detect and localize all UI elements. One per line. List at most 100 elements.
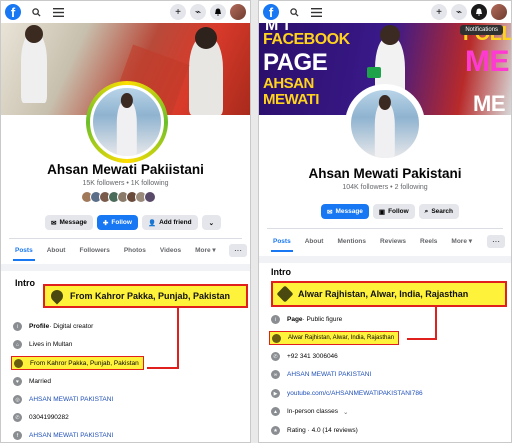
top-nav-bar: f + ⌁ [259, 1, 511, 23]
tab-about[interactable]: About [305, 230, 324, 252]
tab-more[interactable]: More ▾ [451, 230, 472, 252]
facebook-link[interactable]: AHSAN MEWATI PAKISTANI [29, 432, 113, 439]
intro-row-youtube[interactable]: ▶ youtube.com/c/AHSANMEWATIPAKISTANI786 [271, 389, 423, 398]
callout-connector [435, 307, 437, 340]
intro-row-name-link[interactable]: ∞ AHSAN MEWATI PAKISTANI [271, 370, 371, 379]
plus-icon[interactable]: + [170, 4, 186, 20]
follower-stats[interactable]: 104K followers • 2 following [259, 184, 511, 191]
search-icon[interactable] [29, 5, 43, 19]
bell-icon[interactable] [210, 4, 226, 20]
messenger-icon: ✉ [51, 219, 57, 227]
inperson-text: In-person classes [287, 408, 338, 415]
tab-mentions[interactable]: Mentions [337, 230, 366, 252]
facebook-logo-icon[interactable]: f [263, 4, 279, 20]
youtube-link[interactable]: youtube.com/c/AHSANMEWATIPAKISTANI786 [287, 390, 423, 397]
tab-followers[interactable]: Followers [79, 239, 109, 261]
chevron-down-icon[interactable]: ⌄ [343, 408, 348, 416]
tab-reels[interactable]: Reels [420, 230, 437, 252]
profile-picture[interactable] [90, 85, 164, 159]
intro-row-instagram[interactable]: ◎ AHSAN MEWATI PAKISTANI [13, 395, 113, 404]
callout-connector [177, 308, 179, 369]
search-icon[interactable] [287, 5, 301, 19]
left-profile-panel: f + ⌁ Ahsan Mewati Pakiistani 15K follow… [0, 0, 251, 443]
add-friend-button[interactable]: 👤 Add friend [141, 215, 198, 230]
callout-connector [147, 367, 179, 369]
intro-title: Intro [15, 278, 35, 288]
messenger-icon[interactable]: ⌁ [451, 4, 467, 20]
menu-icon[interactable] [51, 5, 65, 19]
follow-label: Follow [111, 219, 132, 226]
highlighted-address-callout: Alwar Rajhistan, Alwar, India, Rajasthan [271, 281, 507, 307]
account-avatar[interactable] [491, 4, 507, 20]
cover-text: PAGE [263, 49, 328, 76]
location-pin-icon [276, 285, 294, 303]
callout-connector [407, 338, 437, 340]
intro-row-lives: ⌂ Lives in Multan [13, 340, 72, 349]
whatsapp-icon: ✆ [13, 413, 22, 422]
menu-icon[interactable] [309, 5, 323, 19]
search-icon: ⌕ [424, 207, 429, 215]
profile-name: Ahsan Mewati Pakiistani [47, 162, 204, 177]
more-options-button[interactable]: ⌄ [201, 215, 222, 230]
play-icon [367, 67, 381, 78]
location-pin-icon [272, 333, 281, 343]
follower-stats[interactable]: 15K followers • 1K following [1, 180, 250, 187]
message-button[interactable]: ✉ Message [45, 215, 93, 230]
cover-text: AHSAN [263, 75, 314, 92]
callout-text: Alwar Rajhistan, Alwar, India, Rajasthan [298, 289, 469, 299]
intro-row-inperson: ▲ In-person classes ⌄ [271, 407, 348, 416]
phone-number: +92 341 3006046 [287, 353, 338, 360]
tab-posts[interactable]: Posts [13, 239, 35, 261]
section-gap [259, 256, 511, 263]
name-link[interactable]: AHSAN MEWATI PAKISTANI [287, 371, 371, 378]
tab-videos[interactable]: Videos [160, 239, 181, 261]
home-icon: ⌂ [13, 340, 22, 349]
notifications-tooltip: Notifications [460, 25, 503, 35]
page-category: · Public figure [302, 316, 343, 323]
search-button[interactable]: ⌕ Search [418, 204, 459, 219]
facebook-logo-icon[interactable]: f [5, 4, 21, 20]
right-page-panel: f + ⌁ Notifications M T FACEBOOK PAGE AH… [258, 0, 512, 443]
account-avatar[interactable] [230, 4, 246, 20]
profile-picture[interactable] [348, 87, 422, 161]
intro-row-phone: ✆ +92 341 3006046 [271, 352, 338, 361]
heart-icon: ♥ [13, 377, 22, 386]
youtube-icon: ▶ [271, 389, 280, 398]
phone-icon: ✆ [271, 352, 280, 361]
add-friend-label: Add friend [159, 219, 192, 226]
instagram-icon: ◎ [13, 395, 22, 404]
instagram-link[interactable]: AHSAN MEWATI PAKISTANI [29, 396, 113, 403]
tab-photos[interactable]: Photos [124, 239, 146, 261]
whatsapp-number: 03041990282 [29, 414, 69, 421]
profile-category: · Digital creator [49, 323, 94, 330]
tab-more[interactable]: More ▾ [195, 239, 216, 261]
chevron-down-icon: ⌄ [208, 219, 215, 227]
rating-text[interactable]: Rating · 4.0 (14 reviews) [287, 427, 358, 434]
tab-about[interactable]: About [47, 239, 66, 261]
page-tabs: Posts About Mentions Reviews Reels More … [271, 230, 486, 252]
mutual-friends-avatars[interactable] [81, 191, 156, 203]
tab-reviews[interactable]: Reviews [380, 230, 406, 252]
messenger-icon[interactable]: ⌁ [190, 4, 206, 20]
facebook-icon: f [13, 431, 22, 440]
cover-text: FACEBOOK [263, 31, 350, 48]
tab-posts[interactable]: Posts [271, 230, 293, 252]
bell-icon[interactable] [471, 4, 487, 20]
profile-name: Ahsan Mewati Pakistani [308, 166, 462, 181]
message-button[interactable]: ✉ Message [321, 204, 369, 219]
intro-row-facebook[interactable]: f AHSAN MEWATI PAKISTANI [13, 431, 113, 440]
follow-button[interactable]: ▣ Follow [372, 204, 415, 219]
search-label: Search [431, 208, 453, 215]
section-gap [1, 264, 250, 271]
more-dots-button[interactable]: ··· [229, 244, 247, 257]
plus-icon[interactable]: + [431, 4, 447, 20]
cover-text: ME [465, 45, 510, 78]
callout-text: From Kahror Pakka, Punjab, Pakistan [70, 291, 231, 301]
profile-actions: ✉ Message ✚ Follow 👤 Add friend ⌄ [45, 215, 222, 230]
more-dots-button[interactable]: ··· [487, 235, 505, 248]
divider [267, 228, 503, 229]
intro-row-rating: ★ Rating · 4.0 (14 reviews) [271, 426, 358, 435]
info-icon: i [271, 315, 280, 324]
message-label: Message [335, 208, 363, 215]
follow-button[interactable]: ✚ Follow [96, 215, 138, 230]
